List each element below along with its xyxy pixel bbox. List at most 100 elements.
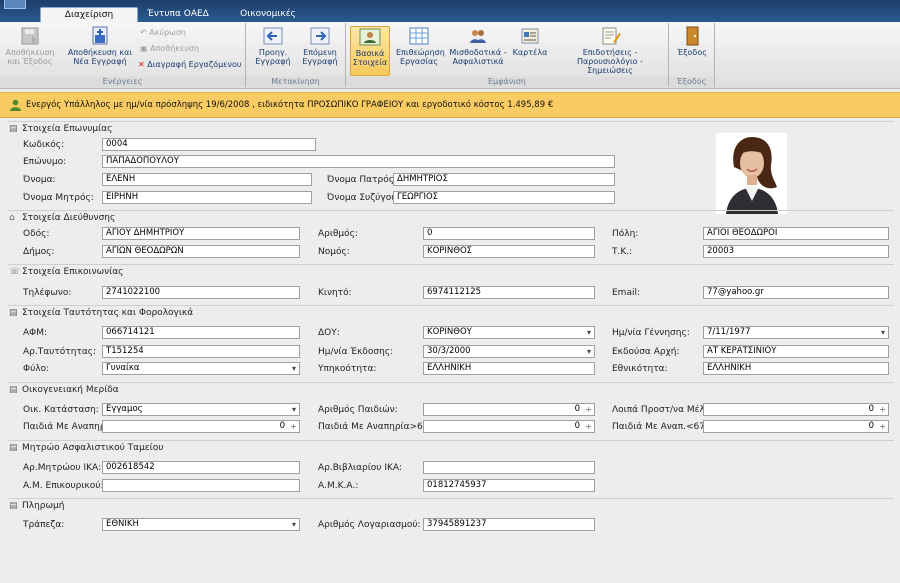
- issuing-authority-field[interactable]: ΑΤ ΚΕΡΑΤΣΙΝΙΟΥ: [703, 345, 889, 358]
- work-review-button[interactable]: Επιθεώρηση Εργασίας: [396, 26, 445, 66]
- save-new-label-1: Αποθήκευση και: [67, 48, 133, 57]
- previous-label-1: Προηγ.: [258, 48, 288, 57]
- spreadsheet-icon: [409, 27, 429, 45]
- phone-field[interactable]: 2741022100: [102, 286, 300, 299]
- previous-record-button[interactable]: Προηγ. Εγγραφή: [252, 26, 294, 66]
- ribbon-group-navigation-caption: Μετακίνηση: [246, 77, 345, 87]
- number-field[interactable]: 0: [423, 227, 595, 240]
- label-auxiliary-number: Α.Μ. Επικουρικού:: [23, 481, 104, 491]
- delete-x-icon: ✕: [138, 60, 145, 69]
- label-mother-name: Όνομα Μητρός:: [23, 193, 94, 203]
- gender-select[interactable]: Γυναίκα: [102, 362, 300, 375]
- card-button[interactable]: Καρτέλα: [512, 26, 548, 57]
- ribbon-group-view-caption: Εμφάνιση: [346, 77, 668, 87]
- tab-oaed-forms[interactable]: Έντυπα ΟΑΕΔ: [144, 7, 212, 22]
- surname-field[interactable]: ΠΑΠΑΔΟΠΟΥΛΟΥ: [102, 155, 615, 168]
- ribbon-group-navigation: Προηγ. Εγγραφή Επόμενη Εγγραφή Μετακίνησ…: [246, 23, 346, 87]
- section-identity-title: Στοιχεία Επωνυμίας: [22, 124, 113, 134]
- cancel-button[interactable]: ↶ Ακύρωση: [140, 28, 186, 37]
- label-id-number: Αρ.Ταυτότητας:: [23, 347, 97, 357]
- label-afm: ΑΦΜ:: [23, 328, 48, 338]
- label-surname: Επώνυμο:: [23, 157, 67, 167]
- label-issuing-authority: Εκδούσα Αρχή:: [612, 347, 680, 357]
- disabled-over-67-stepper[interactable]: 0: [423, 420, 595, 433]
- disabled-under-67-stepper[interactable]: 0: [703, 420, 889, 433]
- street-field[interactable]: ΑΓΙΟΥ ΔΗΜΗΤΡΙΟΥ: [102, 227, 300, 240]
- email-field[interactable]: 77@yahoo.gr: [703, 286, 889, 299]
- people-money-icon: [470, 30, 486, 43]
- delete-employee-button[interactable]: ✕ Διαγραφή Εργαζόμενου: [138, 60, 241, 69]
- children-count-stepper[interactable]: 0: [423, 403, 595, 416]
- ribbon-group-actions: Αποθήκευση και Έξοδος Αποθήκευση και Νέα…: [0, 23, 246, 87]
- payroll-label-1: Μισθοδοτικά -: [449, 48, 507, 57]
- prefecture-field[interactable]: ΚΟΡΙΝΘΟΣ: [423, 245, 595, 258]
- next-record-button[interactable]: Επόμενη Εγγραφή: [298, 26, 342, 66]
- bank-select[interactable]: ΕΘΝΙΚΗ: [102, 518, 300, 531]
- issue-date-picker[interactable]: 30/3/2000: [423, 345, 595, 358]
- save-new-button[interactable]: Αποθήκευση και Νέα Εγγραφή: [64, 26, 136, 66]
- card-icon: [521, 28, 539, 44]
- floppy-disk-icon: [21, 27, 39, 45]
- section-insurance-title: Μητρώο Ασφαλιστικού Ταμείου: [22, 443, 164, 453]
- work-review-label-1: Επιθεώρηση: [396, 48, 445, 57]
- exit-button[interactable]: Έξοδος: [674, 26, 710, 57]
- father-name-field[interactable]: ΔΗΜΗΤΡΙΟΣ: [393, 173, 615, 186]
- tab-personnel[interactable]: Διαχείριση Προσωπικού: [40, 7, 138, 35]
- disabled-children-stepper[interactable]: 0: [102, 420, 300, 433]
- ribbon-group-exit-caption: Έξοδος: [669, 77, 714, 87]
- label-spouse-name: Όνομα Συζύγου:: [327, 193, 400, 203]
- zip-field[interactable]: 20003: [703, 245, 889, 258]
- mother-name-field[interactable]: ΕΙΡΗΝΗ: [102, 191, 312, 204]
- id-number-field[interactable]: Τ151254: [102, 345, 300, 358]
- basic-info-button[interactable]: Βασικά Στοιχεία: [350, 26, 390, 76]
- label-code: Κωδικός:: [23, 140, 65, 150]
- label-ika-booklet: Αρ.Βιβλιαρίου ΙΚΑ:: [318, 463, 403, 473]
- city-field[interactable]: ΑΓΙΟΙ ΘΕΟΔΩΡΟΙ: [703, 227, 889, 240]
- other-dependents-stepper[interactable]: 0: [703, 403, 889, 416]
- save-button[interactable]: ▣ Αποθήκευση: [140, 44, 199, 53]
- section-contact-title: Στοιχεία Επικοινωνίας: [22, 267, 124, 277]
- label-birth-date: Ημ/νία Γέννησης:: [612, 328, 690, 338]
- amka-field[interactable]: 01812745937: [423, 479, 595, 492]
- auxiliary-number-field[interactable]: [102, 479, 300, 492]
- label-amka: Α.Μ.Κ.Α.:: [318, 481, 359, 491]
- save-new-label-2: Νέα Εγγραφή: [73, 57, 127, 66]
- code-field[interactable]: 0004: [102, 138, 316, 151]
- tab-financial-certificates[interactable]: Οικονομικές Βεβαιώσεις: [218, 7, 318, 34]
- section-id-tax-title: Στοιχεία Ταυτότητας και Φορολογικά: [22, 308, 194, 318]
- payroll-insurance-button[interactable]: Μισθοδοτικά - Ασφαλιστικά: [448, 26, 508, 66]
- employee-photo[interactable]: [716, 133, 787, 214]
- afm-field[interactable]: 066714121: [102, 326, 300, 339]
- label-ika-registry: Αρ.Μητρώου ΙΚΑ:: [23, 463, 102, 473]
- nationality-field[interactable]: ΕΛΛΗΝΙΚΗ: [703, 362, 889, 375]
- label-name: Όνομα:: [23, 175, 56, 185]
- home-icon: ⌂: [9, 213, 15, 223]
- ika-registry-field[interactable]: 002618542: [102, 461, 300, 474]
- title-bar: Διαχείριση Προσωπικού Έντυπα ΟΑΕΔ Οικονο…: [0, 0, 900, 35]
- previous-label-2: Εγγραφή: [255, 57, 291, 66]
- mobile-field[interactable]: 6974112125: [423, 286, 595, 299]
- section-family-title: Οικογενειακή Μερίδα: [22, 385, 119, 395]
- citizenship-field[interactable]: ΕΛΛΗΝΙΚΗ: [423, 362, 595, 375]
- label-gender: Φύλο:: [23, 364, 50, 374]
- spouse-name-field[interactable]: ΓΕΩΡΓΙΟΣ: [393, 191, 615, 204]
- section-address-title: Στοιχεία Διεύθυνσης: [22, 213, 116, 223]
- banner-text: Ενεργός Υπάλληλος με ημ/νία πρόσληψης 19…: [26, 100, 554, 110]
- person-card-icon: [359, 28, 381, 46]
- save-label: Αποθήκευση: [150, 44, 200, 53]
- label-zip: Τ.Κ.:: [612, 247, 633, 257]
- arrow-left-icon: [263, 27, 283, 45]
- allowances-attendance-button[interactable]: Επιδοτήσεις - Παρουσιολόγιο - Σημειώσεις: [554, 26, 666, 75]
- municipality-field[interactable]: ΑΓΙΩΝ ΘΕΟΔΩΡΩΝ: [102, 245, 300, 258]
- ika-booklet-field[interactable]: [423, 461, 595, 474]
- save-exit-button[interactable]: Αποθήκευση και Έξοδος: [4, 26, 56, 66]
- name-field[interactable]: ΕΛΕΝΗ: [102, 173, 312, 186]
- doy-select[interactable]: ΚΟΡΙΝΘΟΥ: [423, 326, 595, 339]
- birth-date-picker[interactable]: 7/11/1977: [703, 326, 889, 339]
- marital-status-select[interactable]: Εγγαμος: [102, 403, 300, 416]
- next-label-2: Εγγραφή: [302, 57, 338, 66]
- notes-pencil-icon: [602, 27, 621, 45]
- section-insurance: ▤ Μητρώο Ασφαλιστικού Ταμείου: [8, 440, 894, 455]
- label-children-count: Αριθμός Παιδιών:: [318, 405, 398, 415]
- account-number-field[interactable]: 37945891237: [423, 518, 595, 531]
